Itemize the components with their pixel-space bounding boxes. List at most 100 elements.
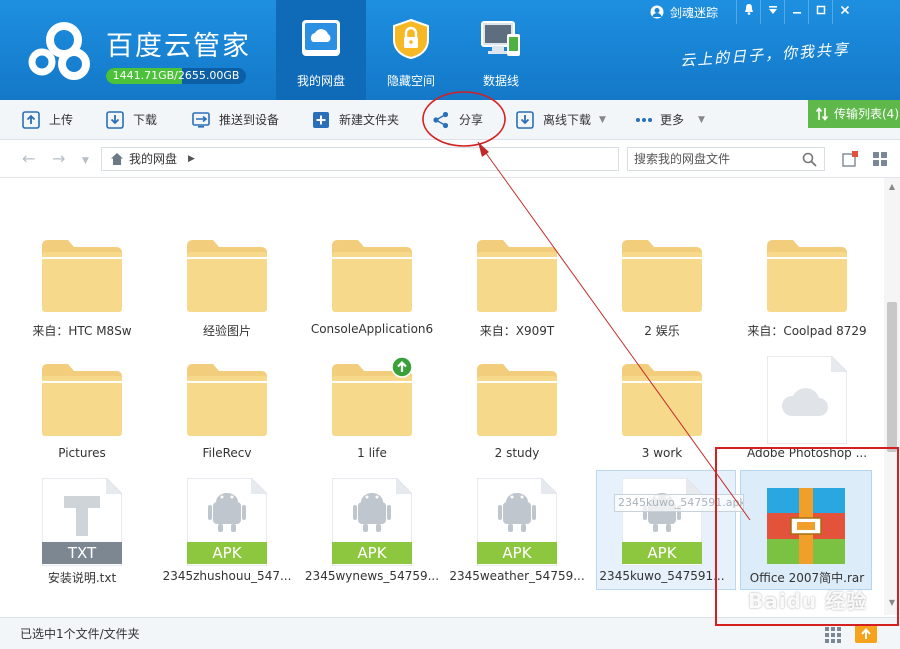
offline-download-button[interactable]: 离线下载 ▼	[516, 100, 606, 140]
folder-item[interactable]: 来自：HUAWEI G52...	[157, 178, 297, 202]
more-button[interactable]: 更多 ▼	[634, 100, 705, 140]
new-folder-button[interactable]: 新建文件夹	[312, 100, 399, 140]
breadcrumb[interactable]: 我的网盘 ▶	[101, 147, 712, 171]
user-name[interactable]: 剑魂迷踪	[670, 4, 718, 21]
share-label: 分享	[459, 113, 484, 127]
search-box	[627, 147, 825, 171]
item-thumb	[42, 240, 122, 320]
title-bar-controls: 剑魂迷踪	[650, 0, 856, 24]
folder-item[interactable]: 系统盘	[737, 178, 877, 202]
slogan: 云上的日子，你我共享	[679, 40, 851, 70]
maximize-icon[interactable]	[808, 0, 832, 24]
breadcrumb-item-my-disk[interactable]: 我的网盘	[129, 148, 177, 170]
txt-badge: TXT	[67, 544, 97, 562]
file-item[interactable]: APK 2345wynews_54759...	[302, 477, 442, 602]
item-thumb	[332, 356, 413, 444]
upload-button[interactable]: 上传	[22, 100, 73, 140]
scroll-up-icon[interactable]: ▲	[884, 182, 900, 191]
folder-item[interactable]: 资源共享	[302, 178, 442, 202]
minimize-icon[interactable]	[784, 0, 808, 24]
item-name: 安装说明.txt	[47, 571, 117, 585]
folder-icon	[477, 240, 557, 312]
share-button[interactable]: 分享	[432, 100, 483, 140]
folder-icon	[187, 240, 267, 312]
folder-item[interactable]: 3 work	[592, 364, 732, 488]
thumbnail-view-icon[interactable]	[825, 627, 841, 643]
folder-item[interactable]: 我的软件	[592, 178, 732, 202]
folder-icon	[332, 240, 412, 312]
tab-data-cable[interactable]: 数据线	[456, 0, 546, 100]
transfer-list-label: 传输列表(4)	[834, 107, 899, 121]
more-label: 更多	[660, 113, 685, 127]
folder-item[interactable]: 1 life	[302, 356, 442, 488]
folder-item[interactable]: Pictures	[12, 364, 152, 488]
menu-dropdown-icon[interactable]	[760, 0, 784, 24]
folder-item[interactable]: ConsoleApplication6	[302, 240, 442, 364]
push-to-device-label: 推送到设备	[219, 113, 280, 127]
item-thumb: APK	[621, 477, 703, 567]
item-name: 2345wynews_54759...	[304, 569, 440, 583]
push-device-icon	[192, 112, 210, 128]
file-item[interactable]: Adobe Photoshop ...	[737, 355, 877, 488]
cloud-disk-icon	[302, 20, 340, 56]
monitor-phone-icon	[481, 21, 520, 56]
item-thumb	[767, 240, 847, 320]
upload-queue-icon[interactable]	[855, 625, 877, 643]
apk-badge: APK	[212, 544, 242, 562]
breadcrumb-chevron-icon[interactable]: ▶	[188, 148, 195, 170]
more-dots-icon	[636, 118, 652, 122]
item-name: 2 娱乐	[644, 324, 680, 338]
item-name: 2345zhushouu_547...	[162, 569, 292, 583]
transfer-arrows-icon	[816, 107, 828, 121]
folder-item[interactable]: 经验图片	[157, 240, 297, 364]
scrollbar[interactable]: ▲ ▼	[884, 178, 900, 615]
history-dropdown-icon[interactable]: ▼	[82, 152, 89, 170]
scroll-thumb[interactable]	[887, 302, 897, 452]
download-icon	[106, 111, 124, 129]
item-name: Office 2007简中.rar	[749, 571, 865, 585]
scroll-down-icon[interactable]: ▼	[884, 598, 900, 607]
folder-item[interactable]: 来自：X909T	[447, 240, 587, 364]
folder-icon	[42, 240, 122, 312]
file-item[interactable]: Office 2007简中.rar	[737, 478, 877, 602]
selection-status: 已选中1个文件/文件夹	[20, 627, 140, 641]
folder-item[interactable]: 2 娱乐	[592, 240, 732, 364]
search-input[interactable]	[628, 148, 798, 170]
download-button[interactable]: 下载	[106, 100, 157, 140]
transfer-list-button[interactable]: 传输列表(4)	[808, 100, 900, 128]
notification-bell-icon[interactable]	[736, 0, 760, 24]
item-name: 2345kuwo_547591...	[599, 569, 725, 583]
item-name: 2 study	[494, 446, 540, 460]
close-icon[interactable]	[832, 0, 856, 24]
upload-icon	[22, 111, 40, 129]
folder-item[interactable]: 自由门	[447, 178, 587, 202]
back-arrow-icon[interactable]: ←	[22, 150, 35, 168]
item-name: 来自：X909T	[479, 324, 555, 338]
grid-view-icon[interactable]	[872, 151, 888, 167]
file-item[interactable]: APK 2345weather_54759...	[447, 477, 587, 602]
rar-archive-icon	[767, 488, 845, 564]
forward-arrow-icon[interactable]: →	[52, 150, 65, 168]
folder-item[interactable]: 来自：HTC M8Sw	[12, 240, 152, 364]
drag-file-label: 2345kuwo_547591.apk	[614, 494, 744, 512]
folder-item[interactable]: 2 study	[447, 364, 587, 488]
folder-item[interactable]: FileRecv	[157, 364, 297, 488]
item-thumb	[766, 355, 848, 445]
tab-my-disk[interactable]: 我的网盘	[276, 0, 366, 100]
home-icon[interactable]	[110, 152, 124, 166]
folder-item[interactable]: 来自：Coolpad 8729	[737, 240, 877, 364]
app-header: 百度云管家 1441.71GB/2655.00GB 我的网盘 隐藏空间 数据线 …	[0, 0, 900, 100]
folder-item[interactable]: 我的应用数据	[12, 178, 152, 202]
tab-hidden-space[interactable]: 隐藏空间	[366, 0, 456, 100]
push-to-device-button[interactable]: 推送到设备	[192, 100, 279, 140]
file-item[interactable]: APK 2345zhushouu_547...	[157, 477, 297, 602]
sort-view-icon[interactable]	[842, 151, 858, 167]
item-name: ConsoleApplication6	[310, 322, 434, 336]
item-thumb	[187, 364, 267, 444]
search-icon[interactable]	[802, 152, 817, 167]
user-avatar-icon[interactable]	[650, 5, 664, 19]
storage-quota-bar: 1441.71GB/2655.00GB	[106, 68, 246, 84]
file-item[interactable]: TXT 安装说明.txt	[12, 477, 152, 602]
item-thumb	[477, 240, 557, 320]
folder-icon	[622, 364, 702, 436]
